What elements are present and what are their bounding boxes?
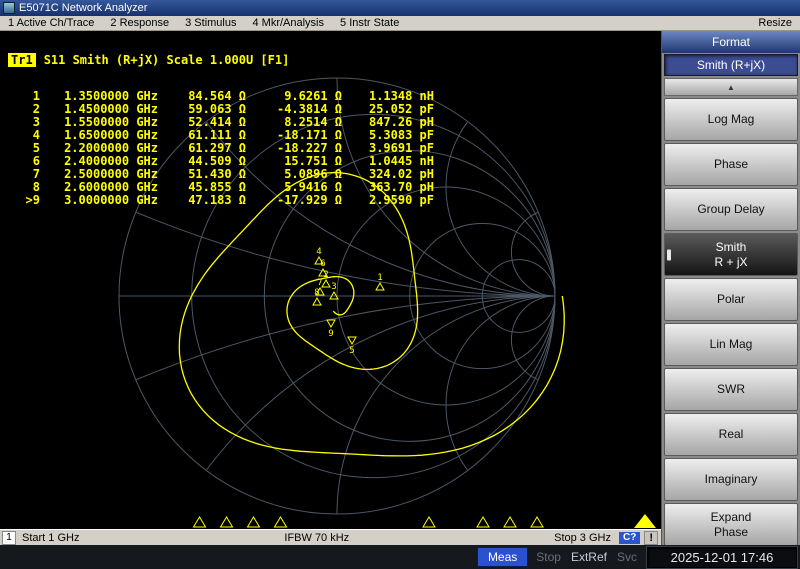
marker-resistance: 47.183 Ω (188, 193, 246, 207)
extref-indicator: ExtRef (570, 550, 607, 564)
softkey-label: Expand (710, 509, 752, 524)
chart-marker-label: 4 (316, 247, 321, 257)
softkey-lin-mag[interactable]: Lin Mag (664, 323, 798, 366)
axis-marker[interactable] (219, 516, 234, 528)
vna-screen: E5071C Network Analyzer 1 Active Ch/Trac… (0, 0, 800, 569)
chart-marker-label: 9 (328, 329, 333, 339)
softkey-smith-r-jx[interactable]: Smith R + jX (664, 233, 798, 276)
axis-marker[interactable] (422, 516, 436, 528)
marker-table: 1 1.3500000 GHz 84.564 Ω 9.6261 Ω 1.1348 nH 2… (14, 90, 434, 207)
title-bar: E5071C Network Analyzer (0, 0, 800, 16)
axis-marker[interactable] (273, 516, 288, 528)
trace-title: S11 Smith (R+jX) Scale 1.000U [F1] (43, 53, 290, 67)
softkey-log-mag[interactable]: Log Mag (664, 98, 798, 141)
chart-marker-label: 2 (323, 270, 328, 280)
softkey-polar[interactable]: Polar (664, 278, 798, 321)
axis-marker[interactable] (246, 516, 261, 528)
softkey-label: SWR (717, 382, 745, 396)
axis-marker[interactable] (530, 516, 544, 528)
menu-item-5-instr-state[interactable]: 5 Instr State (332, 17, 407, 29)
marker-row: >9 3.0000000 GHz 47.183 Ω -17.929 Ω 2.9590 p… (14, 194, 434, 207)
chart-marker-5[interactable] (347, 336, 357, 346)
menu-item-4-mkr-analysis[interactable]: 4 Mkr/Analysis (244, 17, 332, 29)
softkey-label: Phase (713, 524, 749, 539)
menu-item-2-response[interactable]: 2 Response (102, 17, 177, 29)
chart-marker-label: 5 (349, 346, 354, 356)
meas-status-indicator: Meas (476, 547, 529, 567)
chart-marker-label: 3 (331, 282, 336, 292)
softkey-label: Smith (715, 239, 747, 254)
chart-marker-2[interactable] (321, 278, 331, 288)
softkey-label: Phase (713, 157, 749, 171)
display-area: 1 4 6278 3 9 5 Tr1 S11 Smith (R+jX) Scale 1.0… (0, 31, 661, 529)
channel-status-bar: 1 Start 1 GHz IFBW 70 kHz Stop 3 GHz C? … (0, 529, 661, 545)
s11-trace (178, 171, 565, 457)
softkey-label: R + jX (714, 254, 748, 269)
softkey-panel: Format Smith (R+jX) ▲ Log Mag Phase Group … (661, 31, 800, 546)
axis-marker[interactable] (192, 516, 207, 528)
softkey-label: Lin Mag (709, 337, 753, 351)
softkey-label: Imaginary (704, 472, 758, 486)
softkey-expand-phase[interactable]: Expand Phase (664, 503, 798, 546)
menu-items: 1 Active Ch/Trace 2 Response 3 Stimulus 4 M… (0, 17, 407, 29)
window-title: E5071C Network Analyzer (19, 2, 148, 14)
softkey-label: Polar (716, 292, 745, 306)
menu-item-1-active-ch-trace[interactable]: 1 Active Ch/Trace (0, 17, 102, 29)
softkey-phase[interactable]: Phase (664, 143, 798, 186)
scroll-up-icon: ▲ (727, 82, 735, 92)
softkey-swr[interactable]: SWR (664, 368, 798, 411)
marker-number: >9 (25, 193, 40, 207)
softkey-list: Log Mag Phase Group Delay Smith R + jX Polar L… (662, 97, 800, 549)
marker-reactance: -17.929 Ω (276, 193, 342, 207)
chart-marker-label: 6 (320, 259, 325, 269)
channel-number: 1 (2, 530, 16, 545)
scroll-up-button[interactable]: ▲ (664, 78, 798, 96)
softkey-real[interactable]: Real (664, 413, 798, 456)
format-selected-display: Smith (R+jX) (664, 54, 798, 76)
instrument-status-bar: Meas Stop ExtRef Svc 2025-12-01 17:46 (0, 545, 800, 569)
marker-equivalent: 2.9590 pF (368, 193, 434, 207)
ifbw-label: IFBW 70 kHz (284, 531, 350, 544)
softkey-label: Group Delay (697, 202, 765, 216)
axis-marker[interactable] (503, 516, 517, 528)
active-trace-chip[interactable]: Tr1 (8, 53, 36, 67)
chart-marker-label: 8 (314, 288, 319, 298)
stop-frequency-label: Stop 3 GHz (554, 531, 611, 544)
chart-marker-label: 7 (317, 278, 322, 288)
chart-marker-1[interactable] (375, 281, 385, 291)
resize-button[interactable]: Resize (758, 17, 800, 29)
cal-status-badge: C? (618, 531, 641, 544)
active-axis-marker[interactable] (634, 514, 656, 528)
start-frequency-label: Start 1 GHz (22, 531, 80, 544)
softkey-imaginary[interactable]: Imaginary (664, 458, 798, 501)
alert-badge: ! (644, 530, 658, 545)
chart-marker-8[interactable] (312, 296, 322, 306)
softkey-group-delay[interactable]: Group Delay (664, 188, 798, 231)
axis-marker[interactable] (476, 516, 490, 528)
trace-header: Tr1 S11 Smith (R+jX) Scale 1.000U [F1] (8, 53, 289, 67)
datetime-display: 2025-12-01 17:46 (647, 546, 797, 568)
softkey-label: Real (718, 427, 744, 441)
menu-item-3-stimulus[interactable]: 3 Stimulus (177, 17, 244, 29)
app-icon (3, 2, 15, 14)
svc-indicator: Svc (616, 550, 637, 564)
sweep-stop-indicator: Stop (536, 550, 561, 564)
chart-marker-label: 1 (377, 273, 382, 283)
softkey-menu-title: Format (662, 31, 800, 53)
menu-bar: 1 Active Ch/Trace 2 Response 3 Stimulus 4 M… (0, 16, 800, 31)
chart-marker-9[interactable] (326, 319, 336, 329)
softkey-label: Log Mag (707, 112, 755, 126)
marker-frequency: 3.0000000 GHz (64, 193, 158, 207)
